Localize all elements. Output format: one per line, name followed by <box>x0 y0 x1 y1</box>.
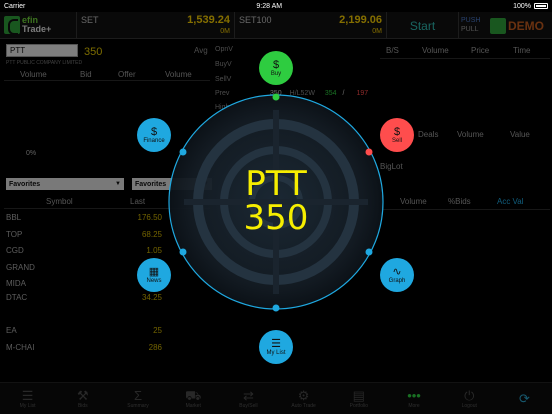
graph-button[interactable]: ∿ Graph <box>380 258 414 292</box>
list-icon: ☰ <box>271 338 281 350</box>
status-bar: Carrier 9:28 AM 100% <box>0 0 552 12</box>
battery-percent: 100% <box>513 2 531 10</box>
buy-button[interactable]: $ Buy <box>259 51 293 85</box>
money-bag-icon: $ <box>150 126 158 138</box>
buy-label: Buy <box>270 71 282 77</box>
clock: 9:28 AM <box>256 2 283 10</box>
graph-icon: ∿ <box>392 266 402 278</box>
news-icon: ▦ <box>148 266 160 278</box>
sell-icon: $ <box>393 126 401 138</box>
carrier-label: Carrier <box>4 2 26 10</box>
battery-icon <box>533 3 548 9</box>
sell-button[interactable]: $ Sell <box>380 118 414 152</box>
finance-label: Finance <box>143 138 165 144</box>
buy-icon: $ <box>272 59 280 71</box>
battery: 100% <box>513 3 548 10</box>
news-button[interactable]: ▦ News <box>137 258 171 292</box>
news-label: News <box>146 278 162 284</box>
finance-button[interactable]: $ Finance <box>137 118 171 152</box>
my-list-button[interactable]: ☰ My List <box>259 330 293 364</box>
graph-label: Graph <box>388 278 406 284</box>
radial-menu-center: PTT 350 <box>196 167 356 235</box>
my-list-label: My List <box>266 350 286 356</box>
sell-label: Sell <box>391 138 402 144</box>
center-price: 350 <box>243 198 309 238</box>
center-symbol: PTT <box>245 164 307 204</box>
